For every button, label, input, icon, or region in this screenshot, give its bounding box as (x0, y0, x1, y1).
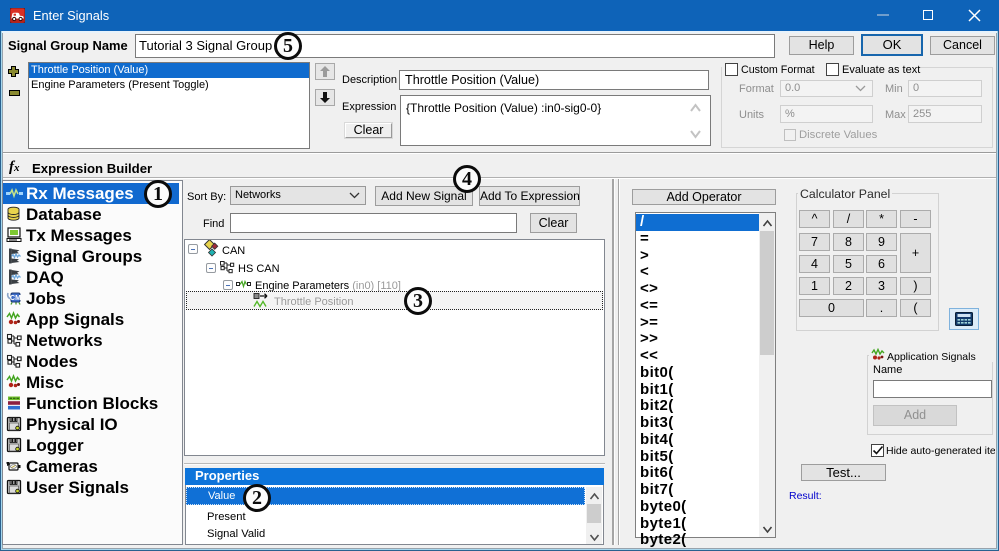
svg-text:CM: CM (10, 295, 21, 302)
